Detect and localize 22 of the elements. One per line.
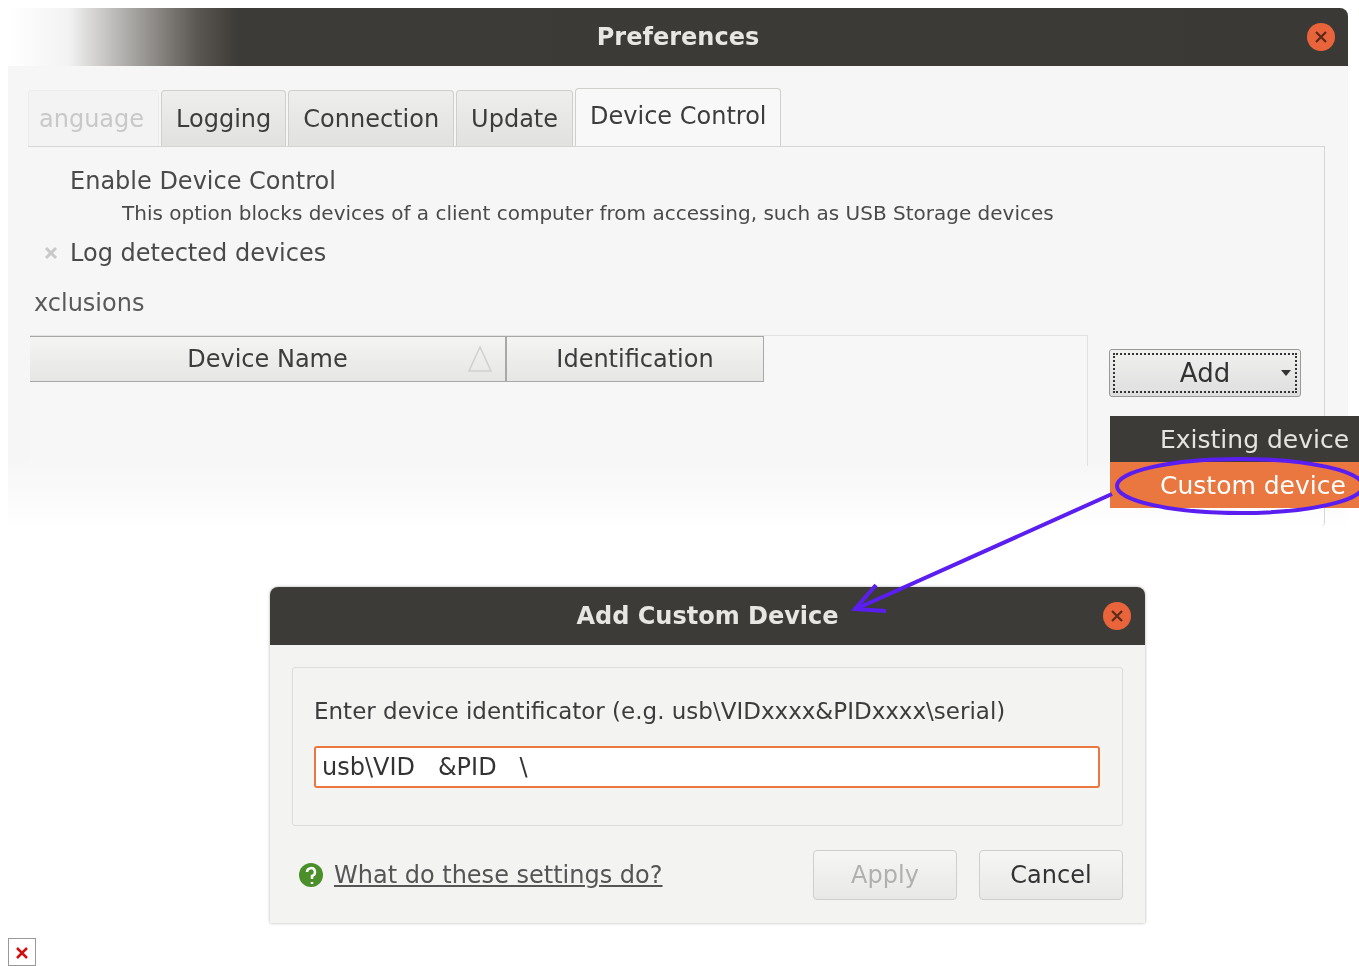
column-header[interactable]: Identification <box>506 336 764 382</box>
close-icon[interactable] <box>1306 22 1336 52</box>
window-title: Preferences <box>596 23 760 51</box>
caret-icon <box>1281 370 1291 376</box>
option-label[interactable]: Enable Device Control <box>70 167 336 195</box>
input-field[interactable]: usb\VID &PID \ <box>314 746 1100 788</box>
tab[interactable]: Update <box>456 90 573 146</box>
add-dropdown-button[interactable]: Add <box>1109 349 1301 397</box>
tab[interactable]: Logging <box>161 90 287 146</box>
field-label: Enter device identificator (e.g. usb\VIDxxxx&PIDxxxx\serial) <box>314 698 1007 724</box>
close-icon[interactable] <box>1102 601 1132 631</box>
help-link[interactable]: What do these settings do? <box>334 861 663 889</box>
dialog-button[interactable]: Cancel <box>979 850 1123 900</box>
column-header[interactable]: Device Name <box>30 336 506 382</box>
tab[interactable]: Connection <box>288 90 455 146</box>
option-label[interactable]: Log detected devices <box>70 239 327 267</box>
dialog-title: Add Custom Device <box>576 602 839 630</box>
broken-image-icon <box>8 938 36 966</box>
section-heading: xclusions <box>34 289 146 317</box>
option-description: This option blocks devices of a client computer from accessing, such as USB Storage devices <box>122 201 1055 225</box>
help-icon <box>298 862 324 888</box>
tab[interactable]: Device Control <box>575 88 782 146</box>
